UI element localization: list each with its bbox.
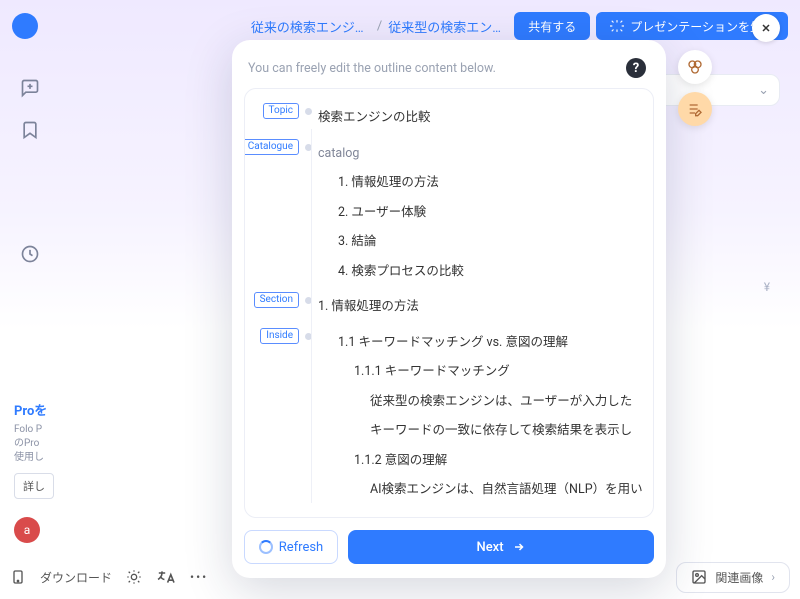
- outline-editor-modal: You can freely edit the outline content …: [232, 40, 666, 578]
- catalog-item[interactable]: 4. 検索プロセスの比較: [318, 257, 464, 287]
- related-images-button[interactable]: 関連画像 ›: [676, 562, 790, 593]
- modal-hint: You can freely edit the outline content …: [248, 61, 496, 76]
- app-logo: [12, 13, 38, 39]
- sparkle-icon: [610, 19, 624, 33]
- chevron-right-icon: ›: [771, 570, 775, 584]
- subsection[interactable]: 1.1.2 意図の理解: [318, 446, 447, 476]
- promo-details-button[interactable]: 詳し: [14, 473, 54, 499]
- body-text[interactable]: AI検索エンジンは、自然言語処理（NLP）を用い: [318, 475, 643, 505]
- next-button[interactable]: Next: [348, 530, 654, 564]
- promo-card: Proを Folo PのPro使用し 詳し: [14, 400, 184, 499]
- breadcrumb-current[interactable]: 従来型の検索エンジン…: [388, 17, 508, 36]
- topic-title[interactable]: 検索エンジンの比較: [318, 103, 431, 133]
- more-icon[interactable]: •••: [190, 570, 208, 584]
- download-app-icon[interactable]: [10, 569, 26, 585]
- refresh-icon: [259, 540, 273, 554]
- promo-title: Proを: [14, 400, 184, 419]
- body-text[interactable]: キーワードの一致に依存して検索結果を表示し: [318, 416, 632, 446]
- catalog-item[interactable]: 3. 結論: [318, 227, 376, 257]
- download-label[interactable]: ダウンロード: [40, 569, 112, 586]
- close-modal-button[interactable]: [752, 14, 780, 42]
- inside-tag: Inside: [260, 328, 299, 344]
- catalog-label[interactable]: catalog: [318, 139, 359, 169]
- list-edit-icon: [687, 101, 703, 117]
- body-text[interactable]: 従来型の検索エンジンは、ユーザーが入力した: [318, 387, 632, 417]
- history-icon[interactable]: [20, 244, 40, 264]
- theme-picker-button[interactable]: [678, 50, 712, 84]
- avatar[interactable]: a: [14, 517, 40, 543]
- palette-icon: [687, 59, 703, 75]
- catalog-item[interactable]: 1. 情報処理の方法: [318, 168, 439, 198]
- image-icon: [691, 569, 707, 585]
- breadcrumb-parent[interactable]: 従来の検索エンジンとA: [251, 17, 371, 36]
- bookmark-icon[interactable]: [20, 120, 40, 140]
- section-title[interactable]: 1. 情報処理の方法: [318, 292, 419, 322]
- subsection[interactable]: 1.1.1 キーワードマッチング: [318, 357, 510, 387]
- outline-mode-button[interactable]: [678, 92, 712, 126]
- breadcrumb-sep: /: [377, 19, 382, 34]
- share-button[interactable]: 共有する: [514, 12, 590, 40]
- topic-tag: Topic: [263, 103, 299, 119]
- section-tag: Section: [254, 292, 299, 308]
- refresh-button[interactable]: Refresh: [244, 530, 338, 564]
- subsection[interactable]: 1.1 キーワードマッチング vs. 意図の理解: [318, 328, 568, 358]
- help-button[interactable]: ?: [626, 58, 646, 78]
- outline-tree[interactable]: Topic 検索エンジンの比較 Catalogue catalog 1. 情報処…: [244, 88, 654, 518]
- chevron-down-icon: ⌄: [758, 83, 769, 98]
- currency-hint: ¥: [764, 280, 770, 294]
- language-icon[interactable]: [156, 569, 176, 585]
- theme-icon[interactable]: [126, 569, 142, 585]
- arrow-right-icon: [512, 541, 526, 553]
- catalogue-tag: Catalogue: [244, 139, 299, 155]
- new-chat-icon[interactable]: [20, 78, 40, 98]
- catalog-item[interactable]: 2. ユーザー体験: [318, 198, 426, 228]
- close-icon: [760, 22, 772, 34]
